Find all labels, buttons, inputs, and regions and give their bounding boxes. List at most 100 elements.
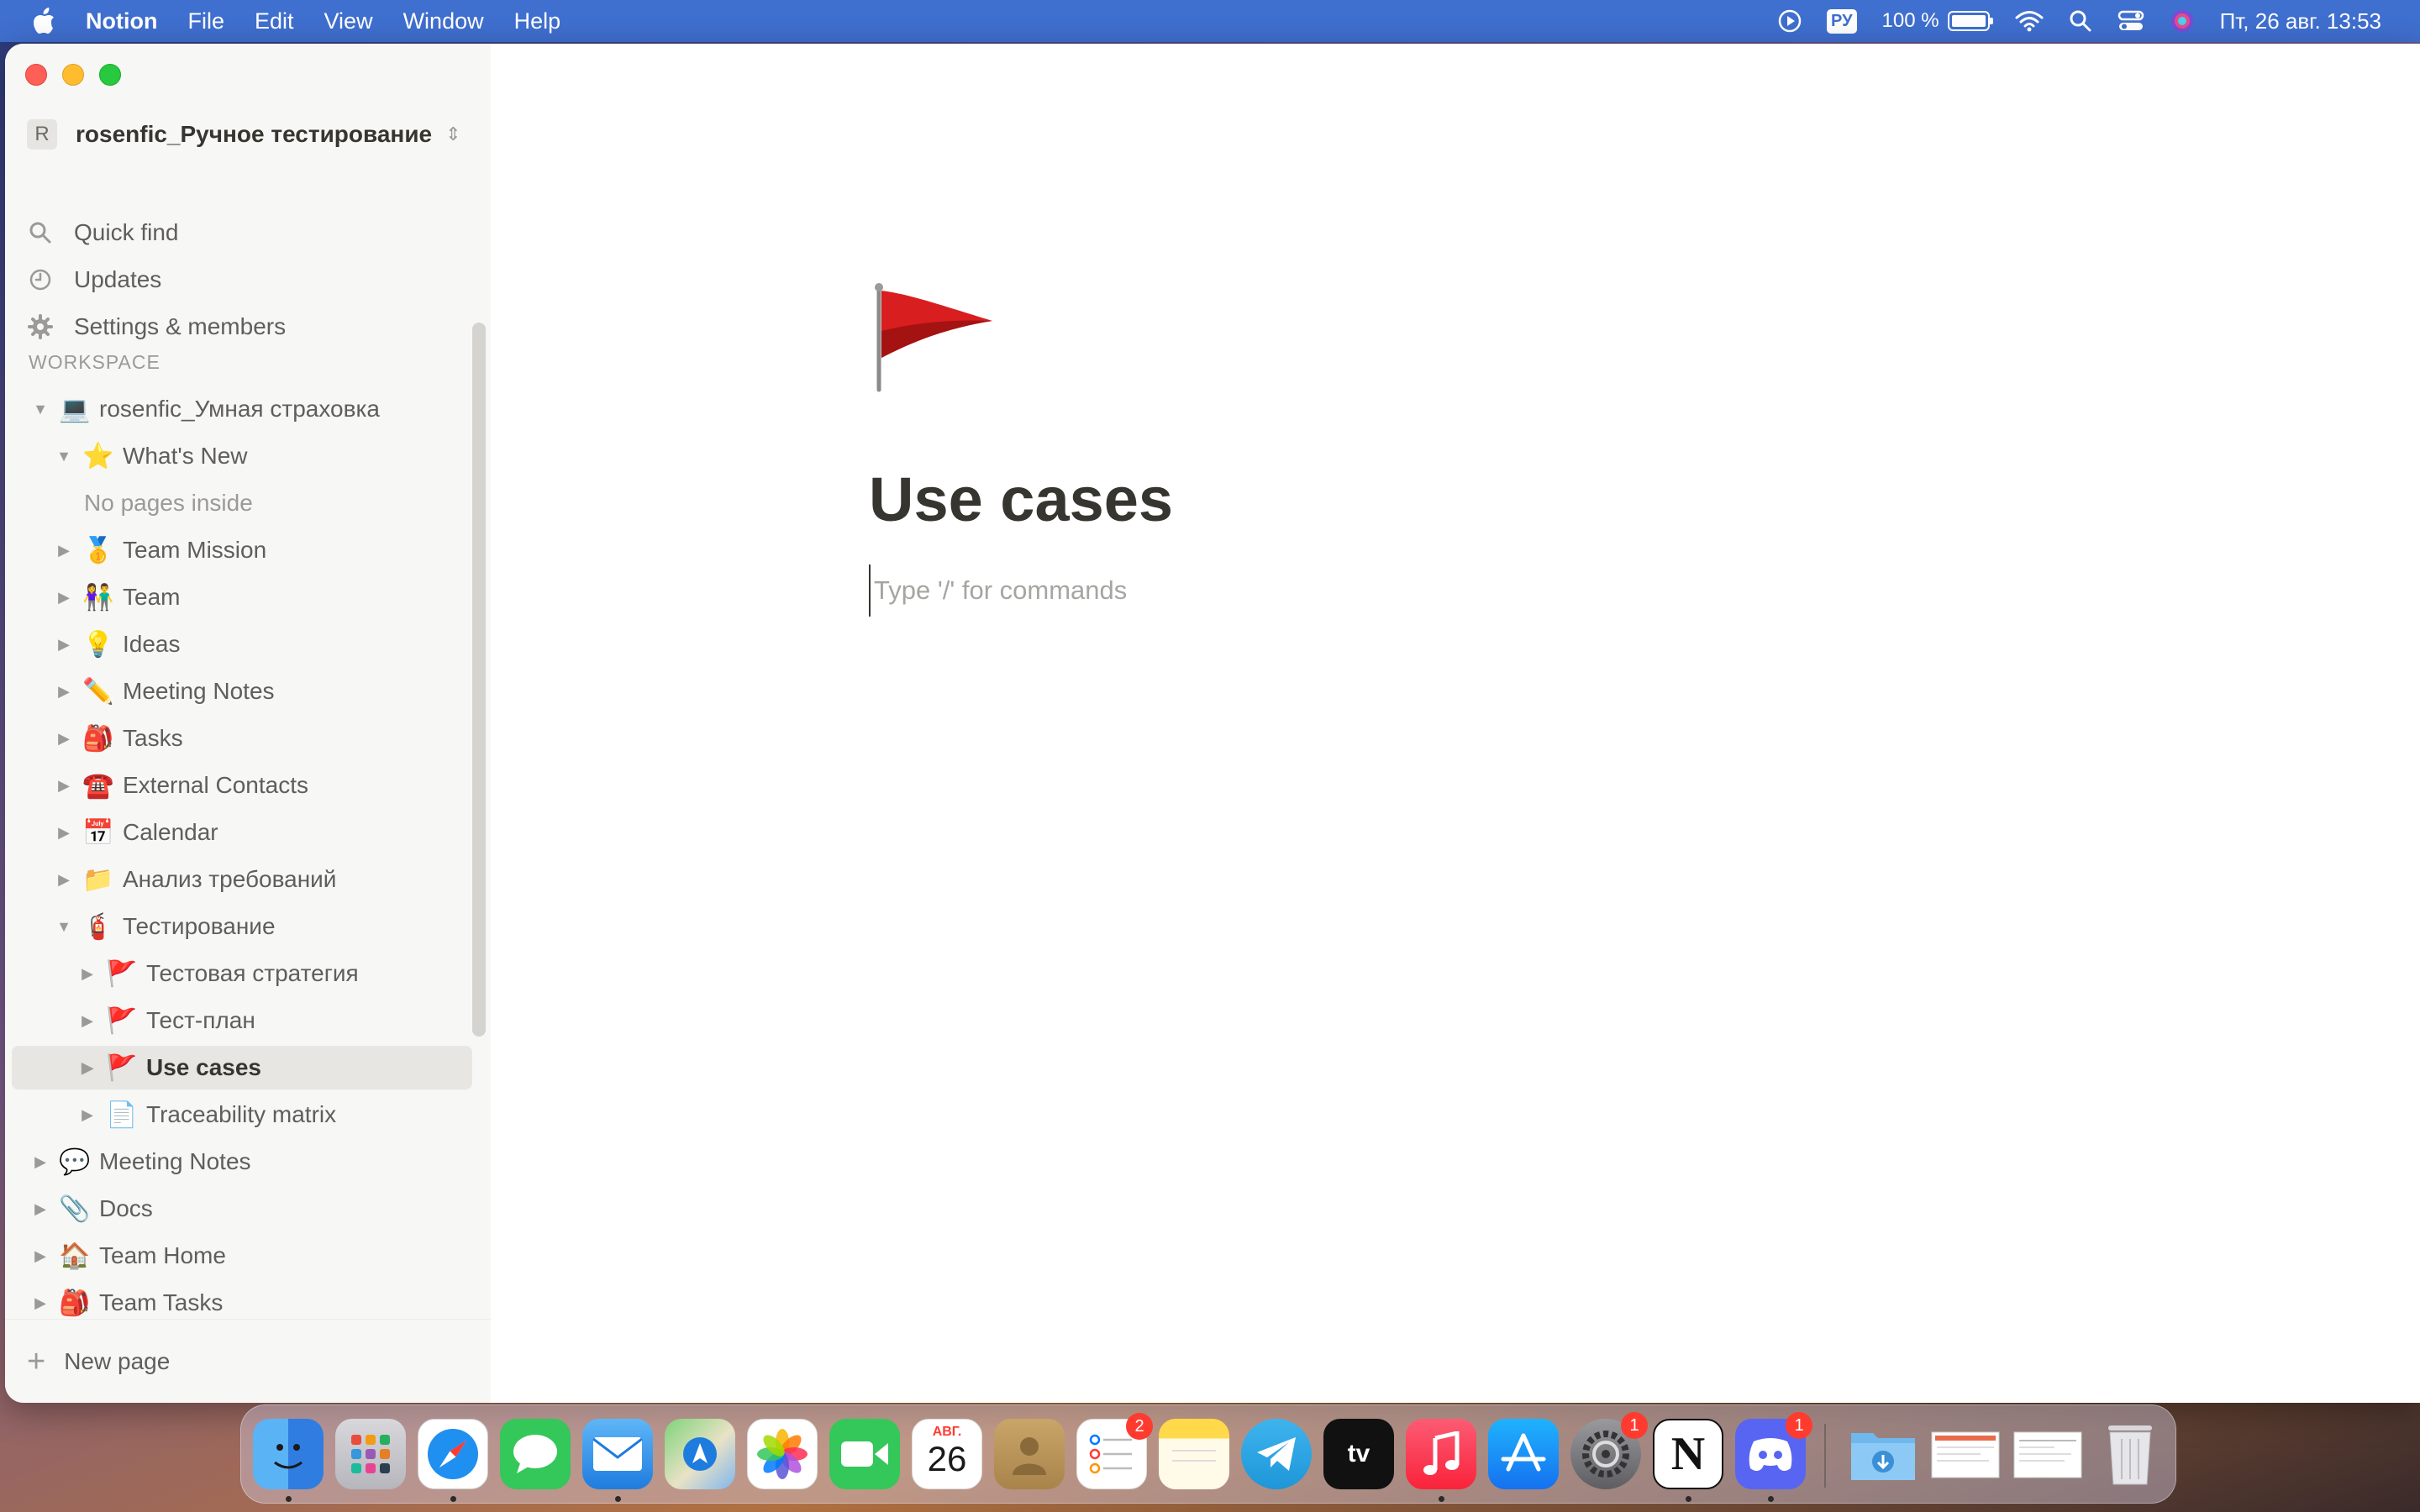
command-input[interactable] xyxy=(869,564,1632,617)
dock-notes[interactable] xyxy=(1159,1419,1229,1489)
notion-window: R rosenfic_Ручное тестирование ⇕ Quick f… xyxy=(5,44,2420,1403)
dock-discord[interactable]: 1 xyxy=(1735,1412,1812,1489)
dock-photos[interactable] xyxy=(747,1419,818,1489)
menu-edit[interactable]: Edit xyxy=(255,8,294,34)
input-language-indicator[interactable]: РУ xyxy=(1827,8,1857,34)
sidebar-item-calendar[interactable]: ▶ 📅 Calendar xyxy=(12,811,472,854)
grid-icon xyxy=(351,1435,390,1473)
dock-reminders[interactable]: 2 xyxy=(1076,1413,1153,1489)
sidebar-item-analiz-trebovaniy[interactable]: ▶ 📁 Анализ требований xyxy=(12,858,472,901)
dock-contacts[interactable] xyxy=(994,1419,1065,1489)
menu-window[interactable]: Window xyxy=(403,8,484,34)
menu-app-name[interactable]: Notion xyxy=(86,8,157,34)
sidebar-item-meeting-notes-root[interactable]: ▶ 💬 Meeting Notes xyxy=(12,1140,472,1184)
expand-arrow-icon[interactable]: ▶ xyxy=(76,1059,99,1077)
dock-facetime[interactable] xyxy=(829,1419,900,1489)
dock-mail[interactable] xyxy=(582,1419,653,1489)
sidebar-item-ideas[interactable]: ▶ 💡 Ideas xyxy=(12,622,472,666)
sidebar-item-whats-new[interactable]: ▼ ⭐ What's New xyxy=(12,434,472,478)
dock-launchpad[interactable] xyxy=(335,1419,406,1489)
expand-arrow-icon[interactable]: ▶ xyxy=(52,542,76,559)
menu-view[interactable]: View xyxy=(324,8,373,34)
new-page-button[interactable]: + New page xyxy=(5,1319,491,1403)
speech-bubble-icon xyxy=(513,1435,557,1473)
collapse-arrow-icon[interactable]: ▼ xyxy=(52,918,76,936)
running-indicator xyxy=(1686,1496,1691,1502)
dock-document-2[interactable] xyxy=(2012,1419,2083,1489)
dock-system-preferences[interactable]: 1 xyxy=(1570,1412,1648,1489)
sidebar-item-docs[interactable]: ▶ 📎 Docs xyxy=(12,1187,472,1231)
dock-finder[interactable] xyxy=(253,1419,324,1489)
close-window-button[interactable] xyxy=(25,64,47,86)
sidebar: R rosenfic_Ручное тестирование ⇕ Quick f… xyxy=(5,44,492,1403)
dock-downloads-folder[interactable] xyxy=(1848,1419,1918,1489)
sidebar-item-team[interactable]: ▶ 👫 Team xyxy=(12,575,472,619)
red-flag-icon[interactable] xyxy=(871,281,997,398)
dock-calendar[interactable]: АВГ. 26 xyxy=(912,1419,982,1489)
expand-arrow-icon[interactable]: ▶ xyxy=(52,636,76,654)
dock-apple-tv[interactable]: tv xyxy=(1323,1419,1394,1489)
expand-arrow-icon[interactable]: ▶ xyxy=(52,777,76,795)
discord-controller-icon xyxy=(1749,1438,1792,1471)
laptop-icon: 💻 xyxy=(59,395,91,423)
dock-app-store[interactable] xyxy=(1488,1419,1559,1489)
expand-arrow-icon[interactable]: ▶ xyxy=(29,1153,52,1171)
sidebar-item-team-mission[interactable]: ▶ 🥇 Team Mission xyxy=(12,528,472,572)
sidebar-scrollbar[interactable] xyxy=(472,323,486,1037)
sidebar-item-test-plan[interactable]: ▶ 🚩 Тест-план xyxy=(12,999,472,1042)
people-icon: 👫 xyxy=(82,583,114,612)
page-title[interactable]: Use cases xyxy=(869,464,1173,535)
apple-menu-icon[interactable] xyxy=(32,8,55,34)
expand-arrow-icon[interactable]: ▶ xyxy=(52,824,76,842)
expand-arrow-icon[interactable]: ▶ xyxy=(76,965,99,983)
dock-trash[interactable] xyxy=(2095,1419,2165,1489)
collapse-arrow-icon[interactable]: ▼ xyxy=(29,401,52,418)
sidebar-item-team-home[interactable]: ▶ 🏠 Team Home xyxy=(12,1234,472,1278)
battery-status[interactable]: 100 % xyxy=(1881,9,1993,33)
expand-arrow-icon[interactable]: ▶ xyxy=(52,730,76,748)
sidebar-item-tasks[interactable]: ▶ 🎒 Tasks xyxy=(12,717,472,760)
expand-arrow-icon[interactable]: ▶ xyxy=(76,1106,99,1124)
dock-music[interactable] xyxy=(1406,1419,1476,1489)
sidebar-item-umnaya-strahovka[interactable]: ▼ 💻 rosenfic_Умная страховка xyxy=(12,387,472,431)
sidebar-item-label: Traceability matrix xyxy=(146,1101,337,1127)
menubar-clock[interactable]: Пт, 26 авг. 13:53 xyxy=(2220,8,2381,34)
workspace-switcher[interactable]: R rosenfic_Ручное тестирование ⇕ xyxy=(27,118,461,151)
running-indicator xyxy=(450,1496,456,1502)
sidebar-item-traceability-matrix[interactable]: ▶ 📄 Traceability matrix xyxy=(12,1093,472,1137)
wifi-icon[interactable] xyxy=(2015,10,2044,32)
sidebar-item-meeting-notes[interactable]: ▶ ✏️ Meeting Notes xyxy=(12,669,472,713)
siri-icon[interactable] xyxy=(2170,8,2195,34)
minimize-window-button[interactable] xyxy=(62,64,84,86)
dock-maps[interactable] xyxy=(665,1419,735,1489)
dock-messages[interactable] xyxy=(500,1419,571,1489)
control-center-icon[interactable] xyxy=(2118,9,2144,33)
fire-extinguisher-icon: 🧯 xyxy=(82,912,114,941)
expand-arrow-icon[interactable]: ▶ xyxy=(29,1294,52,1312)
dock-telegram[interactable] xyxy=(1241,1419,1312,1489)
dock-safari[interactable] xyxy=(418,1419,488,1489)
quick-find-button[interactable]: Quick find xyxy=(27,212,179,254)
sidebar-item-testovaya-strategiya[interactable]: ▶ 🚩 Тестовая стратегия xyxy=(12,952,472,995)
spotlight-search-icon[interactable] xyxy=(2069,9,2092,33)
expand-arrow-icon[interactable]: ▶ xyxy=(29,1200,52,1218)
menu-file[interactable]: File xyxy=(187,8,224,34)
expand-arrow-icon[interactable]: ▶ xyxy=(29,1247,52,1265)
maximize-window-button[interactable] xyxy=(99,64,121,86)
menu-help[interactable]: Help xyxy=(514,8,561,34)
sidebar-item-external-contacts[interactable]: ▶ ☎️ External Contacts xyxy=(12,764,472,807)
expand-arrow-icon[interactable]: ▶ xyxy=(52,589,76,606)
sidebar-item-testirovanie[interactable]: ▼ 🧯 Тестирование xyxy=(12,905,472,948)
sidebar-item-use-cases[interactable]: ▶ 🚩 Use cases xyxy=(12,1046,472,1089)
dock-document-1[interactable] xyxy=(1930,1419,2001,1489)
collapse-arrow-icon[interactable]: ▼ xyxy=(52,448,76,465)
updates-button[interactable]: Updates xyxy=(27,259,161,301)
running-indicator xyxy=(615,1496,621,1502)
expand-arrow-icon[interactable]: ▶ xyxy=(52,871,76,889)
dock-notion[interactable]: N xyxy=(1653,1419,1723,1489)
expand-arrow-icon[interactable]: ▶ xyxy=(52,683,76,701)
settings-members-button[interactable]: Settings & members xyxy=(27,306,286,348)
play-circle-icon[interactable] xyxy=(1778,9,1802,33)
expand-arrow-icon[interactable]: ▶ xyxy=(76,1012,99,1030)
battery-percent: 100 % xyxy=(1881,9,1939,32)
